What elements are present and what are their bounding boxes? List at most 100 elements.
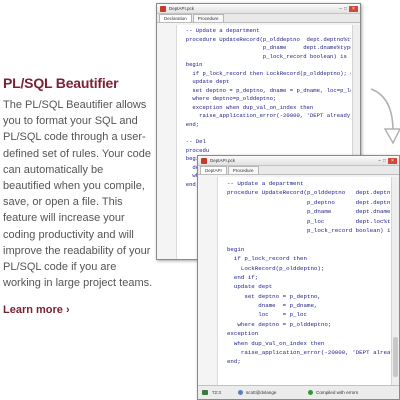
code-text: end; [179,121,200,129]
code-text: loc = p_loc [220,311,307,319]
feature-description: The PL/SQL Beautifier allows you to form… [3,99,153,290]
code-text: if p_lock_record then [220,255,307,263]
code-text: p_lock_record boolean) is [220,226,390,234]
code-text: where deptno=p_olddeptno; [179,95,277,103]
tab-declaration[interactable]: Declaration [159,14,192,22]
app-icon [201,158,207,164]
code-line: 90 raise_application_error(-20000, 'DEPT… [220,348,390,357]
code-text: p_loc dept.loc%type, [220,217,390,225]
window-controls: –□ × [339,6,358,12]
app-icon [160,6,166,12]
feature-panel: PL/SQL Beautifier The PL/SQL Beautifier … [3,0,153,400]
code-area[interactable]: 72 -- Update a department73 procedure Up… [220,179,390,385]
code-line: 80 if p_lock_record then [220,254,390,263]
code-text: end if; [220,273,259,281]
code-line: 89 when dup_val_on_index then [220,339,390,348]
code-line: 74 p_deptno dept.deptno%type, [220,198,390,207]
code-line: 81 LockRecord(p_olddeptno); [220,264,390,273]
code-text: update dept [220,283,273,291]
window-title: DeptAPI.pck [169,6,195,11]
compile-status-icon [308,390,313,395]
code-text: LockRecord(p_olddeptno); [220,264,325,272]
code-text: raise_application_error(-20000, 'DEPT al… [199,112,351,120]
code-text: set deptno = p_deptno, dname = p_dname, … [179,86,351,94]
code-text: dname = p_dname, [220,302,318,310]
vertical-scrollbar[interactable] [391,177,399,385]
code-text: update dept [179,78,230,86]
code-line: 77 if p_lock_record then LockRecord(p_ol… [179,70,351,79]
line-number-gutter [157,25,177,259]
cursor-position: 72:3 [212,390,221,395]
code-text: when dup_val_on_index then [220,339,325,347]
code-line: 78 [220,235,390,244]
code-line: 84 [179,130,351,139]
window-title: DeptAPI.pck [210,158,236,163]
learn-more-link[interactable]: Learn more › [3,304,70,316]
code-line: 80 where deptno=p_olddeptno; [179,95,351,104]
code-text: p_deptno dept.deptno%type, [306,198,390,206]
close-icon[interactable]: × [349,6,358,12]
code-line: 85 -- Del [179,138,351,147]
tab-procedure[interactable]: Procedure [227,166,259,174]
scrollbar-thumb[interactable] [393,337,398,377]
editor-window-after: DeptAPI.pck –□× DeptAPI Procedure 72 -- … [197,155,400,400]
code-line: 86 procedu [179,147,351,156]
code-line: 83 update dept [220,282,390,291]
code-line: 74 p_dname dept.dname%type, p_loc [179,44,351,53]
close-icon[interactable]: × [388,158,397,164]
code-text: p_lock_record boolean) is [179,52,347,60]
code-editor[interactable]: 72 -- Update a department73 procedure Up… [198,177,399,385]
compile-status: Compiled with errors [316,390,359,395]
code-line: 73 procedure UpdateRecord(p_olddeptno de… [179,36,351,45]
code-line: 91 end; [220,357,390,366]
code-line: 73 procedure UpdateRecord(p_olddeptno de… [220,188,390,197]
code-text: if p_lock_record then LockRecord(p_oldde… [192,69,351,77]
code-text: end; [220,358,241,366]
tab-deptapi[interactable]: DeptAPI [200,166,227,174]
code-line: 75 p_dname dept.dname%type, [220,207,390,216]
code-text: set deptno = p_deptno, [220,292,321,300]
code-line: 84 set deptno = p_deptno, [220,292,390,301]
code-line: 88 exception [220,329,390,338]
code-text: raise_application_error(-20000, 'DEPT al… [240,349,390,357]
connection-icon [238,390,243,395]
code-text: -- Update a department [220,180,304,187]
code-text: begin [220,245,245,253]
code-line: 82 raise_application_error(-20000, 'DEPT… [179,112,351,121]
feature-heading: PL/SQL Beautifier [3,75,119,91]
code-line: 76 begin [179,61,351,70]
code-line: 82 end if; [220,273,390,282]
code-text: exception when dup_val_on_index then [179,103,314,111]
status-bar: 72:3 scott@dvlange Compiled with errors [198,385,399,399]
window-titlebar: DeptAPI.pck –□ × [198,156,399,166]
transform-arrow-icon [370,88,400,145]
code-text: procedure UpdateRecord(p_olddeptno dept.… [226,189,390,197]
code-line: 78 update dept [179,78,351,87]
code-line: 87 where deptno = p_olddeptno; [220,320,390,329]
edit-mode-icon [202,390,208,395]
code-line: 72 -- Update a department [179,27,351,36]
code-line: 76 p_loc dept.loc%type, [220,217,390,226]
code-text: -- Del [179,138,206,146]
code-text: -- Update a department [179,27,260,34]
code-line: 81 exception when dup_val_on_index then [179,104,351,113]
code-text: exception [220,330,259,338]
code-text: begin [179,61,203,69]
editor-tabs: DeptAPI Procedure [198,166,399,175]
connection-label: scott@dvlange [246,390,277,395]
code-line: 72 -- Update a department [220,179,390,188]
code-text: where deptno = p_olddeptno; [220,320,332,328]
code-text: procedu [179,146,210,154]
code-line: 79 set deptno = p_deptno, dname = p_dnam… [179,87,351,96]
window-controls: –□ × [378,158,397,164]
code-text: procedure UpdateRecord(p_olddeptno dept.… [185,35,351,43]
editor-tabs: Declaration Procedure [157,14,360,23]
tab-procedure[interactable]: Procedure [192,14,224,22]
code-line: 77 p_lock_record boolean) is [220,226,390,235]
code-text: p_dname dept.dname%type, [306,208,390,216]
code-line: 75 p_lock_record boolean) is [179,53,351,62]
window-titlebar: DeptAPI.pck –□ × [157,4,360,14]
code-line: 85 dname = p_dname, [220,301,390,310]
code-text: p_dname dept.dname%type, p_loc [262,44,351,52]
line-number-gutter [198,177,218,385]
